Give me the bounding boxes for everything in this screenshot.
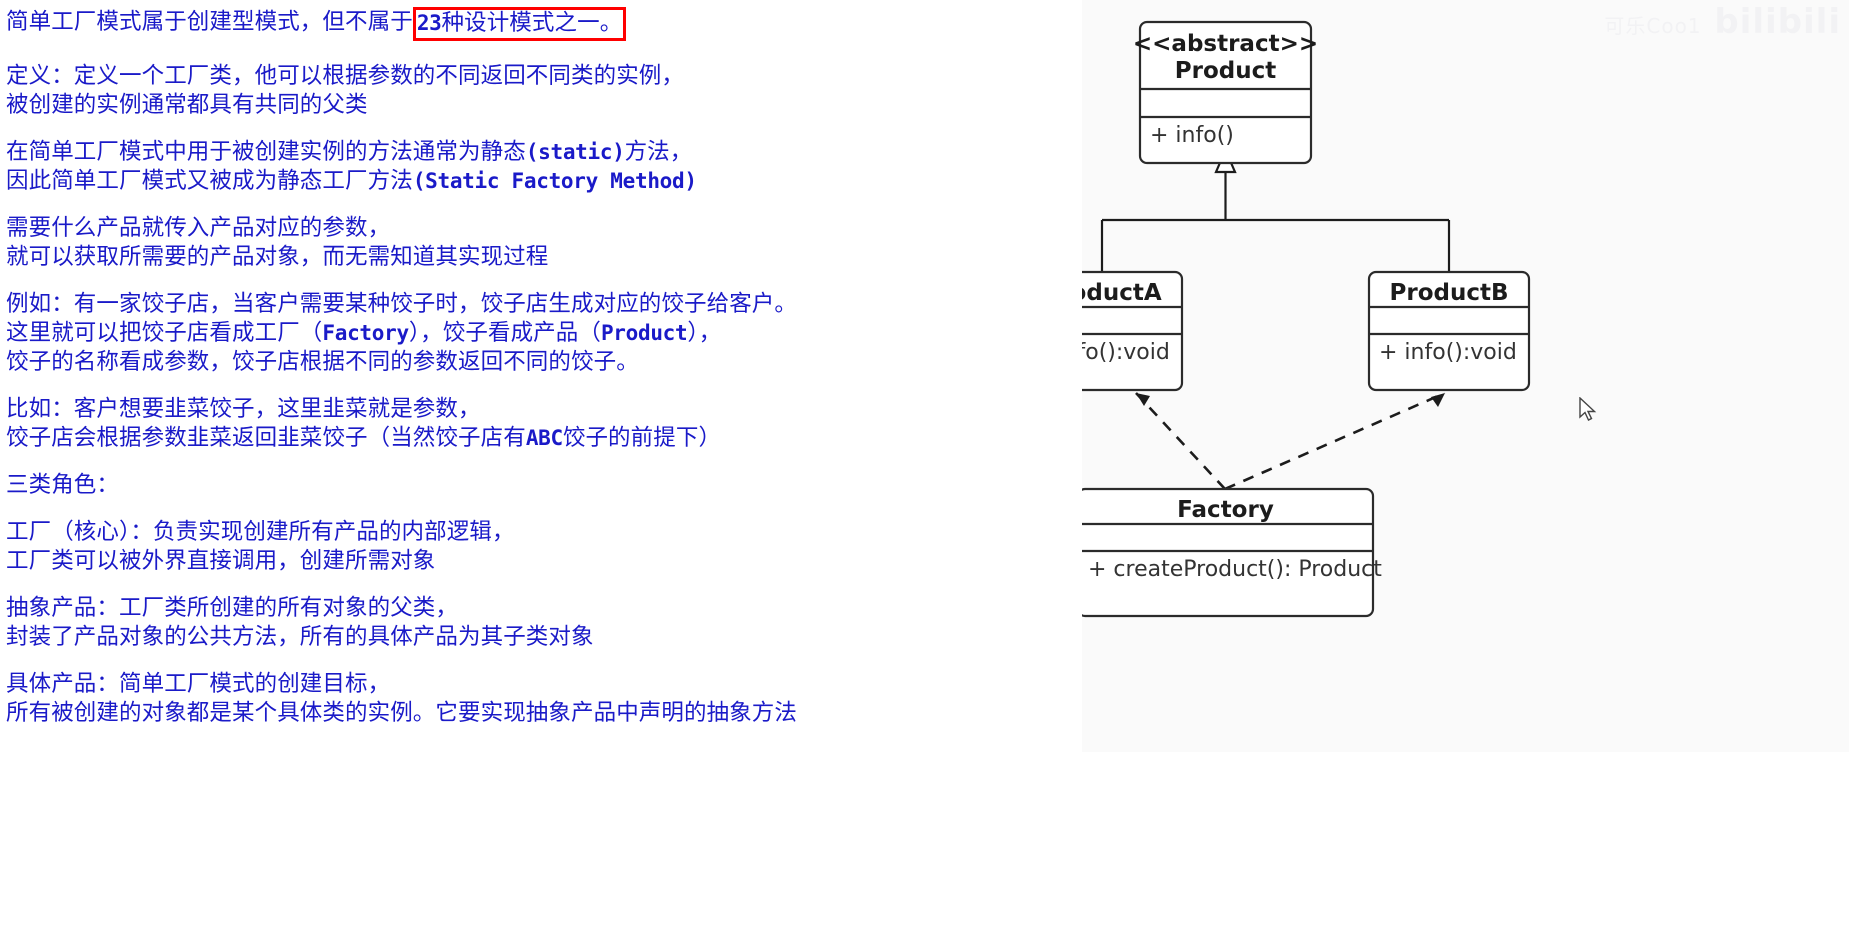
dependency-line-a: [1135, 392, 1226, 490]
factory-method-0: + createProduct(): Product: [1088, 557, 1382, 582]
note-line: 需要什么产品就传入产品对应的参数，: [6, 215, 391, 241]
note-line: 三类角色：: [6, 472, 120, 498]
note-line: 因此简单工厂模式又被成为静态工厂方法(Static Factory Method…: [6, 167, 1080, 196]
highlight-box: 23种设计模式之一。: [412, 7, 627, 41]
note-line: 简单工厂模式属于创建型模式，但不属于 23种设计模式之一。: [6, 6, 1080, 41]
paragraph-example: 例如：有一家饺子店，当客户需要某种饺子时，饺子店生成对应的饺子给客户。 这里就可…: [6, 290, 1080, 377]
note-text: 这里就可以把饺子店看成工厂（: [6, 320, 323, 346]
note-line: 例如：有一家饺子店，当客户需要某种饺子时，饺子店生成对应的饺子给客户。: [6, 291, 798, 317]
note-code: Product: [600, 321, 688, 345]
product-b-method-0: + info():void: [1379, 340, 1517, 365]
note-line: 饺子店会根据参数韭菜返回韭菜饺子（当然饺子店有ABC饺子的前提下）: [6, 424, 1080, 453]
paragraph-role-concrete-product: 具体产品：简单工厂模式的创建目标， 所有被创建的对象都是某个具体类的实例。它要实…: [6, 670, 1080, 728]
note-line: 比如：客户想要韭菜饺子，这里韭菜就是参数，: [6, 396, 481, 422]
note-text: 在简单工厂模式中用于被创建实例的方法通常为静态: [6, 139, 526, 165]
uml-class-product[interactable]: <<abstract>> Product + info(): [1133, 20, 1318, 165]
note-text: 因此简单工厂模式又被成为静态工厂方法: [6, 168, 413, 194]
uml-diagram-panel: 可乐Coo1 bilibili <<abstract>> Product + i…: [1082, 0, 1849, 752]
note-code: (Static Factory Method): [412, 169, 697, 193]
dependency-line-b: [1224, 391, 1446, 491]
highlight-number: 23: [416, 11, 442, 35]
paragraph-static-method: 在简单工厂模式中用于被创建实例的方法通常为静态(static)方法， 因此简单工…: [6, 138, 1080, 196]
uml-diagram-svg: <<abstract>> Product + info() ProductA +…: [1082, 20, 1531, 618]
screenshot-root: 简单工厂模式属于创建型模式，但不属于 23种设计模式之一。 定义：定义一个工厂类，…: [0, 0, 1849, 948]
product-method-0: + info(): [1150, 123, 1234, 148]
highlight-rest: 种设计模式之一。: [441, 10, 623, 36]
uml-class-product-a[interactable]: ProductA + info():void: [1082, 270, 1184, 392]
note-text-post2: ），: [687, 320, 722, 346]
relation-dependency-factory-to-product-a: [1135, 392, 1226, 490]
mouse-cursor-icon: [1579, 397, 1597, 421]
dependency-arrowhead-b-icon: [1431, 393, 1445, 407]
note-code: ABC: [525, 426, 563, 450]
paragraph-intro: 简单工厂模式属于创建型模式，但不属于 23种设计模式之一。: [6, 6, 1080, 41]
product-name: Product: [1175, 58, 1276, 84]
notes-column: 简单工厂模式属于创建型模式，但不属于 23种设计模式之一。 定义：定义一个工厂类，…: [0, 0, 1080, 948]
note-line: 就可以获取所需要的产品对象，而无需知道其实现过程: [6, 244, 549, 270]
note-code: Factory: [322, 321, 409, 345]
note-line: 被创建的实例通常都具有共同的父类: [6, 92, 368, 118]
paragraph-roles-header: 三类角色：: [6, 471, 1080, 500]
paragraph-definition: 定义：定义一个工厂类，他可以根据参数的不同返回不同类的实例， 被创建的实例通常都…: [6, 62, 1080, 120]
note-text-post: 饺子的前提下）: [562, 425, 722, 451]
product-stereotype: <<abstract>>: [1133, 31, 1318, 57]
uml-class-factory[interactable]: Factory + createProduct(): Product: [1082, 487, 1382, 618]
note-line: 抽象产品：工厂类所创建的所有对象的父类，: [6, 595, 459, 621]
note-line: 工厂（核心）：负责实现创建所有产品的内部逻辑，: [6, 519, 515, 545]
note-line: 具体产品：简单工厂模式的创建目标，: [6, 671, 391, 697]
product-b-name: ProductB: [1390, 280, 1509, 306]
note-line: 定义：定义一个工厂类，他可以根据参数的不同返回不同类的实例，: [6, 63, 685, 89]
product-a-name: ProductA: [1082, 280, 1162, 306]
note-code: (static): [525, 140, 625, 164]
dependency-arrowhead-a-icon: [1136, 393, 1150, 406]
paragraph-role-factory: 工厂（核心）：负责实现创建所有产品的内部逻辑， 工厂类可以被外界直接调用，创建所…: [6, 518, 1080, 576]
note-line: 在简单工厂模式中用于被创建实例的方法通常为静态(static)方法，: [6, 138, 1080, 167]
note-text-pre: 简单工厂模式属于创建型模式，但不属于: [6, 9, 413, 35]
note-line: 这里就可以把饺子店看成工厂（Factory），饺子看成产品（Product），: [6, 319, 1080, 348]
note-text-post: ），饺子看成产品（: [408, 320, 601, 346]
note-line: 封装了产品对象的公共方法，所有的具体产品为其子类对象: [6, 624, 594, 650]
note-line: 所有被创建的对象都是某个具体类的实例。它要实现抽象产品中声明的抽象方法: [6, 700, 798, 726]
relation-dependency-factory-to-product-b: [1224, 391, 1446, 491]
note-text: 饺子店会根据参数韭菜返回韭菜饺子（当然饺子店有: [6, 425, 526, 451]
note-line: 工厂类可以被外界直接调用，创建所需对象: [6, 548, 436, 574]
paragraph-usage: 需要什么产品就传入产品对应的参数， 就可以获取所需要的产品对象，而无需知道其实现…: [6, 214, 1080, 272]
product-a-method-0: + info():void: [1082, 340, 1170, 365]
paragraph-role-abstract-product: 抽象产品：工厂类所创建的所有对象的父类， 封装了产品对象的公共方法，所有的具体产…: [6, 594, 1080, 652]
uml-class-product-b[interactable]: ProductB + info():void: [1367, 270, 1531, 392]
relation-generalization-bus: [1100, 147, 1451, 272]
factory-name: Factory: [1177, 497, 1274, 523]
note-line: 饺子的名称看成参数，饺子店根据不同的参数返回不同的饺子。: [6, 349, 639, 375]
paragraph-example2: 比如：客户想要韭菜饺子，这里韭菜就是参数， 饺子店会根据参数韭菜返回韭菜饺子（当…: [6, 395, 1080, 453]
note-text-post: 方法，: [624, 139, 693, 165]
